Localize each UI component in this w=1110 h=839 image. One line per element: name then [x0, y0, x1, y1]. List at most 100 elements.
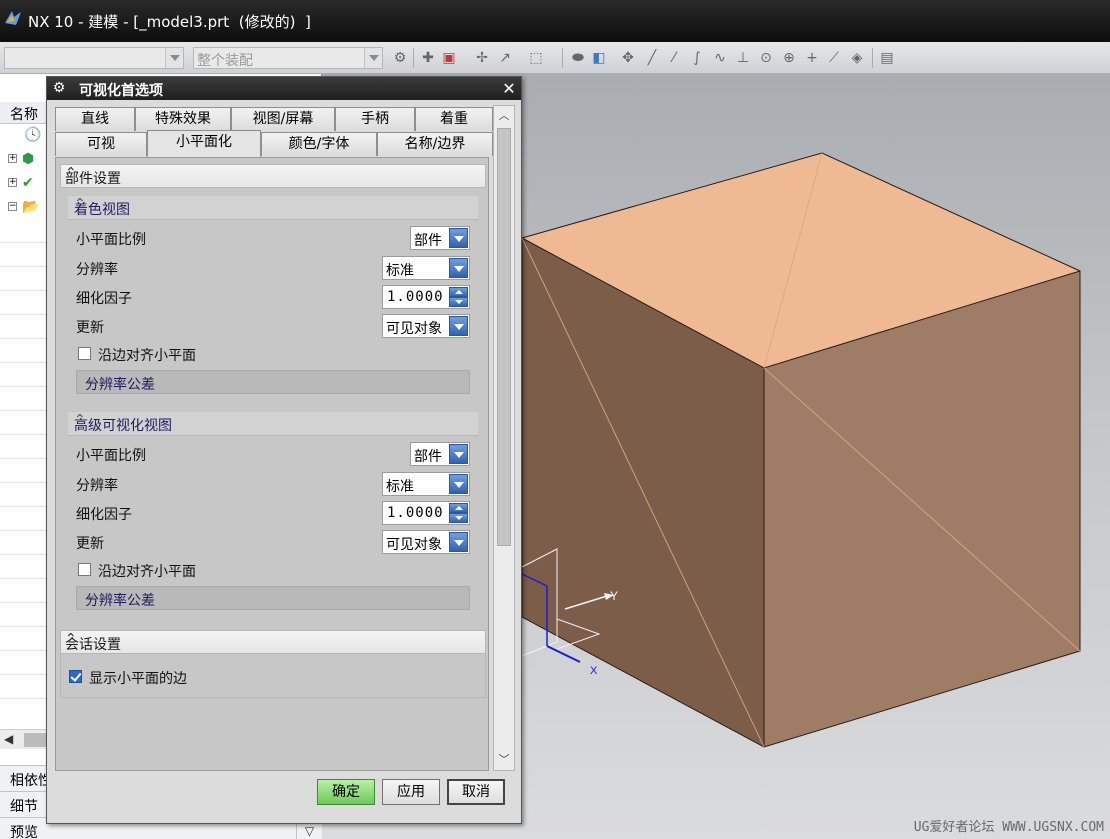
toolbar: 整个装配 ⚙ ✚ ▣ ✢ ↗ ⬚ ⬬ ◧ ✥ ╱ ⁄ ∫ ∿ ⊥ ⊙ ⊕ + ⟋…	[0, 42, 1110, 74]
arc-center-icon[interactable]: ⊙	[758, 50, 774, 66]
nx-logo-icon	[5, 11, 21, 25]
window-title: NX 10 - 建模 - [_model3.prt (修改的) ]	[28, 13, 311, 31]
dropdown-arrow-icon[interactable]	[449, 532, 468, 552]
collapse-caret-icon[interactable]: ⌃	[74, 196, 474, 212]
expand-icon[interactable]: +	[8, 154, 17, 163]
scroll-thumb[interactable]	[497, 128, 511, 546]
row-divider	[0, 458, 48, 459]
pick-icon[interactable]: ✢	[474, 50, 490, 66]
tab-color-font[interactable]: 颜色/字体	[261, 132, 377, 156]
scroll-left-icon[interactable]: ◀	[4, 732, 13, 746]
close-icon[interactable]: ✕	[499, 79, 519, 98]
collapse-caret-icon[interactable]: ⌃	[65, 165, 477, 181]
control-point-icon[interactable]: ∿	[712, 50, 728, 66]
endpoint-snap-icon[interactable]: ✥	[620, 50, 636, 66]
dropdown-arrow-icon[interactable]	[449, 316, 468, 336]
collapse-caret-icon[interactable]: ⌃	[65, 631, 477, 647]
model-views-icon: ⬢	[22, 151, 35, 167]
dialog-title-bar[interactable]: ⚙ 可视化首选项 ✕	[47, 77, 521, 100]
shaded-view-header[interactable]: 着色视图 ⌃	[68, 196, 478, 220]
facet-body-icon[interactable]: ◧	[591, 50, 607, 66]
midpoint-snap-icon[interactable]: ⁄	[666, 50, 682, 66]
scroll-up-icon[interactable]: ︿	[494, 106, 514, 126]
update-select[interactable]: 可见对象	[382, 530, 470, 554]
scroll-thumb[interactable]	[24, 733, 46, 747]
facet-scale-select[interactable]: 部件	[410, 442, 470, 466]
facet-scale-label: 小平面比例	[76, 448, 146, 464]
scroll-down-icon[interactable]: ﹀	[494, 750, 514, 770]
tab-view-screen[interactable]: 视图/屏幕	[231, 107, 335, 131]
refinement-spinner[interactable]: 1.0000	[382, 285, 470, 309]
dropdown-arrow-icon[interactable]	[449, 228, 468, 248]
tab-special-effects[interactable]: 特殊效果	[135, 107, 231, 131]
dropdown-arrow-icon[interactable]	[449, 474, 468, 494]
selection-scope-combo[interactable]: 整个装配	[193, 47, 383, 69]
resolution-tolerance-group[interactable]: 分辨率公差 ⌄	[76, 586, 470, 610]
row-divider	[0, 554, 48, 555]
chevron-down-icon	[364, 48, 382, 68]
shaded-icon[interactable]: ⬬	[570, 50, 586, 66]
spin-up-icon[interactable]	[449, 503, 468, 513]
spin-down-icon[interactable]	[449, 297, 468, 307]
navigator-hscrollbar[interactable]: ◀	[0, 729, 48, 749]
tab-names-borders[interactable]: 名称/边界	[377, 132, 493, 156]
move-icon[interactable]: ↗	[497, 50, 513, 66]
resolution-tolerance-group[interactable]: 分辨率公差 ⌄	[76, 370, 470, 394]
expand-caret-icon[interactable]: ⌄	[85, 371, 461, 387]
layer-icon[interactable]: ▤	[879, 50, 895, 66]
folder-icon: 📂	[22, 199, 40, 215]
apply-button[interactable]: 应用	[382, 779, 440, 805]
snap-point-icon[interactable]: ✚	[420, 50, 436, 66]
tab-visual[interactable]: 可视	[55, 132, 147, 156]
tab-lines[interactable]: 直线	[55, 107, 135, 131]
intersection-icon[interactable]: ⊥	[735, 50, 751, 66]
session-settings-header[interactable]: 会话设置 ⌃	[60, 630, 486, 654]
part-settings-header[interactable]: 部件设置 ⌃	[60, 164, 486, 188]
update-label: 更新	[76, 320, 104, 336]
spin-down-icon[interactable]	[449, 513, 468, 523]
expand-icon[interactable]: +	[8, 178, 17, 187]
advanced-view-header[interactable]: 高级可视化视图 ⌃	[68, 412, 478, 436]
chevron-down-icon	[165, 48, 183, 68]
tab-emphasis[interactable]: 着重	[415, 107, 493, 131]
existing-point-icon[interactable]: +	[804, 50, 820, 66]
resolution-select[interactable]: 标准	[382, 256, 470, 280]
curve-snap-icon[interactable]: ∫	[689, 50, 705, 66]
quadrant-icon[interactable]: ⊕	[781, 50, 797, 66]
facet-scale-select[interactable]: 部件	[410, 226, 470, 250]
row-divider	[0, 626, 48, 627]
collapse-icon[interactable]: −	[8, 202, 17, 211]
row-divider	[0, 602, 48, 603]
refinement-label: 细化因子	[76, 507, 132, 523]
update-label: 更新	[76, 536, 104, 552]
row-divider	[0, 242, 48, 243]
align-edges-checkbox[interactable]	[78, 563, 91, 576]
align-edges-checkbox[interactable]	[78, 347, 91, 360]
dropdown-arrow-icon[interactable]	[449, 444, 468, 464]
dropdown-arrow-icon[interactable]	[449, 258, 468, 278]
show-facet-edges-checkbox[interactable]	[69, 670, 82, 683]
show-facet-edges-label: 显示小平面的边	[89, 671, 187, 687]
point-on-face-icon[interactable]: ◈	[849, 50, 865, 66]
point-on-curve-icon[interactable]: ⟋	[826, 50, 842, 66]
tab-faceting[interactable]: 小平面化	[147, 130, 261, 157]
collapse-caret-icon[interactable]: ⌃	[74, 412, 474, 428]
type-filter-combo[interactable]	[4, 47, 184, 69]
expand-caret-icon[interactable]: ⌄	[85, 587, 461, 603]
spin-up-icon[interactable]	[449, 287, 468, 297]
refinement-spinner[interactable]: 1.0000	[382, 501, 470, 525]
cancel-button[interactable]: 取消	[447, 779, 505, 805]
tab-handles[interactable]: 手柄	[335, 107, 415, 131]
line-snap-icon[interactable]: ╱	[644, 50, 660, 66]
shaded-view-body: 小平面比例 部件 分辨率 标准 细化因子 1.0000 更新 可见对象 沿边对齐…	[68, 220, 478, 402]
resolution-select[interactable]: 标准	[382, 472, 470, 496]
gear-icon[interactable]: ⚙	[51, 80, 67, 96]
update-select[interactable]: 可见对象	[382, 314, 470, 338]
select-by-icon[interactable]: ▣	[441, 50, 457, 66]
advanced-view-body: 小平面比例 部件 分辨率 标准 细化因子 1.0000 更新 可见对象 沿边对齐…	[68, 436, 478, 620]
row-divider	[0, 650, 48, 651]
ok-button[interactable]: 确定	[317, 779, 375, 805]
dialog-vscrollbar[interactable]: ︿ ﹀	[493, 105, 515, 771]
rectangle-select-icon[interactable]: ⬚	[528, 50, 544, 66]
assembly-filter-icon[interactable]: ⚙	[392, 50, 408, 66]
